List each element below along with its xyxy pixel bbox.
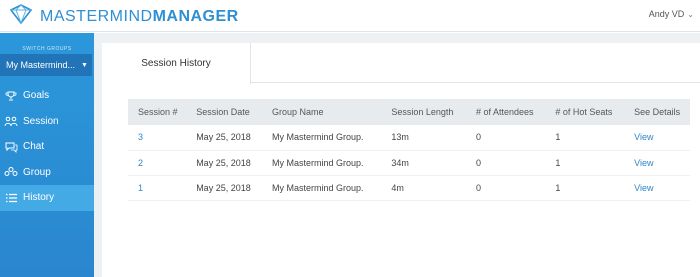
session-number-link[interactable]: 3 bbox=[128, 125, 187, 151]
table-header-row: Session # Session Date Group Name Sessio… bbox=[128, 99, 690, 125]
user-menu[interactable]: Andy VD ⌄ bbox=[649, 9, 694, 19]
tab-bar: Session History bbox=[102, 43, 700, 84]
group-icon bbox=[4, 166, 18, 178]
top-header: MASTERMINDMANAGER Andy VD ⌄ bbox=[0, 0, 700, 32]
view-details-link[interactable]: View bbox=[624, 175, 690, 202]
session-length: 4m bbox=[381, 175, 466, 202]
session-number-link[interactable]: 1 bbox=[128, 175, 187, 202]
caret-down-icon: ▼ bbox=[81, 61, 88, 69]
brand-name: MASTERMINDMANAGER bbox=[40, 8, 239, 26]
brand-name-bold: MANAGER bbox=[152, 7, 239, 25]
sidebar-item-label: Chat bbox=[23, 141, 45, 153]
chat-icon bbox=[4, 141, 18, 153]
sidebar-item-session[interactable]: Session bbox=[0, 109, 94, 135]
view-details-link[interactable]: View bbox=[624, 125, 690, 151]
session-date: May 25, 2018 bbox=[186, 125, 263, 151]
user-name: Andy VD bbox=[648, 9, 685, 19]
brain-diamond-icon bbox=[8, 4, 34, 29]
content-card: Session History Session # Session Date G… bbox=[102, 43, 700, 277]
session-length: 13m bbox=[381, 125, 466, 151]
group-name: My Mastermind Group. bbox=[262, 150, 382, 177]
column-header[interactable]: Session # bbox=[128, 99, 187, 125]
group-select[interactable]: My Mastermind... ▼ bbox=[0, 54, 92, 76]
hot-seats-count: 1 bbox=[545, 175, 625, 202]
table-row: 3 May 25, 2018 My Mastermind Group. 13m … bbox=[128, 125, 690, 151]
sidebar-item-group[interactable]: Group bbox=[0, 160, 94, 186]
chevron-down-icon: ⌄ bbox=[687, 9, 694, 19]
session-number-link[interactable]: 2 bbox=[128, 150, 187, 177]
table-row: 2 May 25, 2018 My Mastermind Group. 34m … bbox=[128, 150, 690, 177]
column-header[interactable]: # of Attendees bbox=[465, 99, 546, 125]
session-date: May 25, 2018 bbox=[186, 150, 263, 177]
column-header[interactable]: # of Hot Seats bbox=[545, 99, 625, 125]
sidebar-item-label: Session bbox=[23, 115, 59, 127]
sidebar-item-label: Group bbox=[23, 166, 51, 178]
hot-seats-count: 1 bbox=[545, 150, 625, 177]
main-content: Session History Session # Session Date G… bbox=[94, 33, 700, 277]
attendees-count: 0 bbox=[465, 150, 546, 177]
sidebar-item-label: Goals bbox=[23, 90, 50, 102]
sidebar-item-label: History bbox=[23, 192, 55, 204]
attendees-count: 0 bbox=[465, 125, 546, 151]
tab-session-history[interactable]: Session History bbox=[102, 43, 251, 84]
group-name: My Mastermind Group. bbox=[262, 175, 382, 202]
brand-logo[interactable]: MASTERMINDMANAGER bbox=[8, 4, 239, 29]
column-header[interactable]: Session Date bbox=[186, 99, 263, 125]
hot-seats-count: 1 bbox=[545, 125, 625, 151]
group-name: My Mastermind Group. bbox=[262, 125, 382, 151]
sidebar-item-history[interactable]: History bbox=[0, 185, 94, 211]
column-header[interactable]: Group Name bbox=[262, 99, 382, 125]
sidebar-item-goals[interactable]: Goals bbox=[0, 83, 94, 109]
switch-groups-label: SWITCH GROUPS bbox=[22, 46, 72, 52]
table-row: 1 May 25, 2018 My Mastermind Group. 4m 0… bbox=[128, 175, 690, 202]
brand-name-light: MASTERMIND bbox=[40, 7, 153, 25]
column-header[interactable]: Session Length bbox=[381, 99, 466, 125]
history-icon bbox=[4, 192, 18, 204]
session-length: 34m bbox=[381, 150, 466, 177]
column-header: See Details bbox=[624, 99, 690, 125]
sidebar: SWITCH GROUPS My Mastermind... ▼ Goals S… bbox=[0, 33, 94, 277]
goals-icon bbox=[4, 90, 18, 102]
session-icon bbox=[4, 115, 18, 127]
group-select-value: My Mastermind... bbox=[6, 60, 76, 70]
session-date: May 25, 2018 bbox=[186, 175, 263, 202]
session-history-table: Session # Session Date Group Name Sessio… bbox=[128, 99, 690, 202]
sidebar-item-chat[interactable]: Chat bbox=[0, 134, 94, 160]
sidebar-nav: Goals Session Chat Group History bbox=[0, 83, 94, 211]
attendees-count: 0 bbox=[465, 175, 546, 202]
view-details-link[interactable]: View bbox=[624, 150, 690, 177]
